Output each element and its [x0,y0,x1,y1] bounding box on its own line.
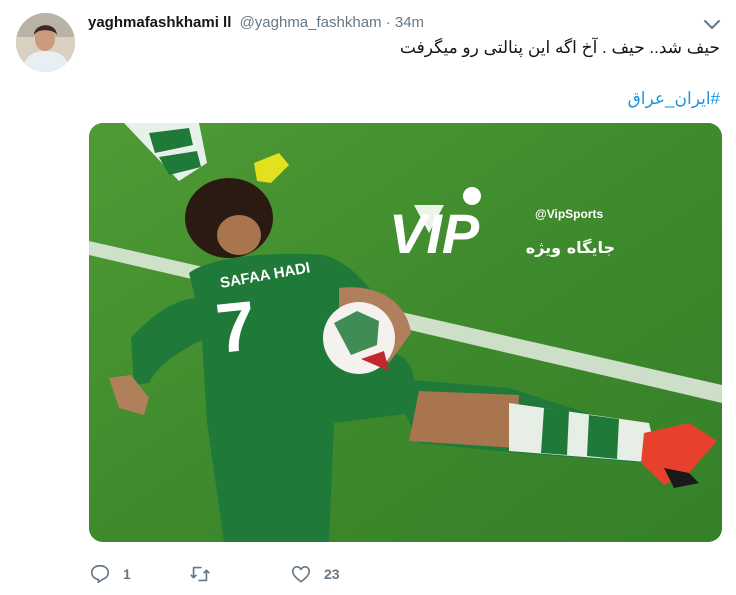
tweet-card[interactable]: yaghmafashkhami ll @yaghma_fashkham · 34… [0,0,736,595]
jersey-number: 7 [212,286,259,368]
tweet-header: yaghmafashkhami ll @yaghma_fashkham · 34… [88,13,424,33]
reply-button[interactable]: 1 [89,562,131,586]
user-handle[interactable]: @yaghma_fashkham [240,14,382,31]
reply-icon [90,564,110,584]
player-leg [409,391,519,448]
watermark-brand: VIP [389,202,480,265]
reply-count: 1 [123,566,131,582]
avatar-image [16,13,75,72]
retweet-icon [190,566,210,582]
tweet-media-image[interactable]: SAFAA HADI 7 VIP @VipSports جایگاه ویژه [89,123,722,542]
retweet-button[interactable] [189,562,223,586]
heart-icon [291,566,311,583]
separator-dot: · [385,14,391,31]
hashtag-link[interactable]: #ایران_عراق [628,87,720,111]
chevron-down-icon[interactable] [702,16,722,34]
avatar[interactable] [16,13,75,72]
like-count: 23 [324,566,340,582]
tweet-text: حیف شد.. حیف . آخ اگه این پنالتی رو میگر… [399,38,720,57]
timestamp[interactable]: 34m [395,14,424,31]
watermark-handle: @VipSports [535,207,603,221]
football-photo: SAFAA HADI 7 VIP @VipSports جایگاه ویژه [89,123,722,542]
like-button[interactable]: 23 [290,562,340,586]
watermark-subtitle: جایگاه ویژه [526,238,615,257]
display-name[interactable]: yaghmafashkhami ll [88,14,231,31]
